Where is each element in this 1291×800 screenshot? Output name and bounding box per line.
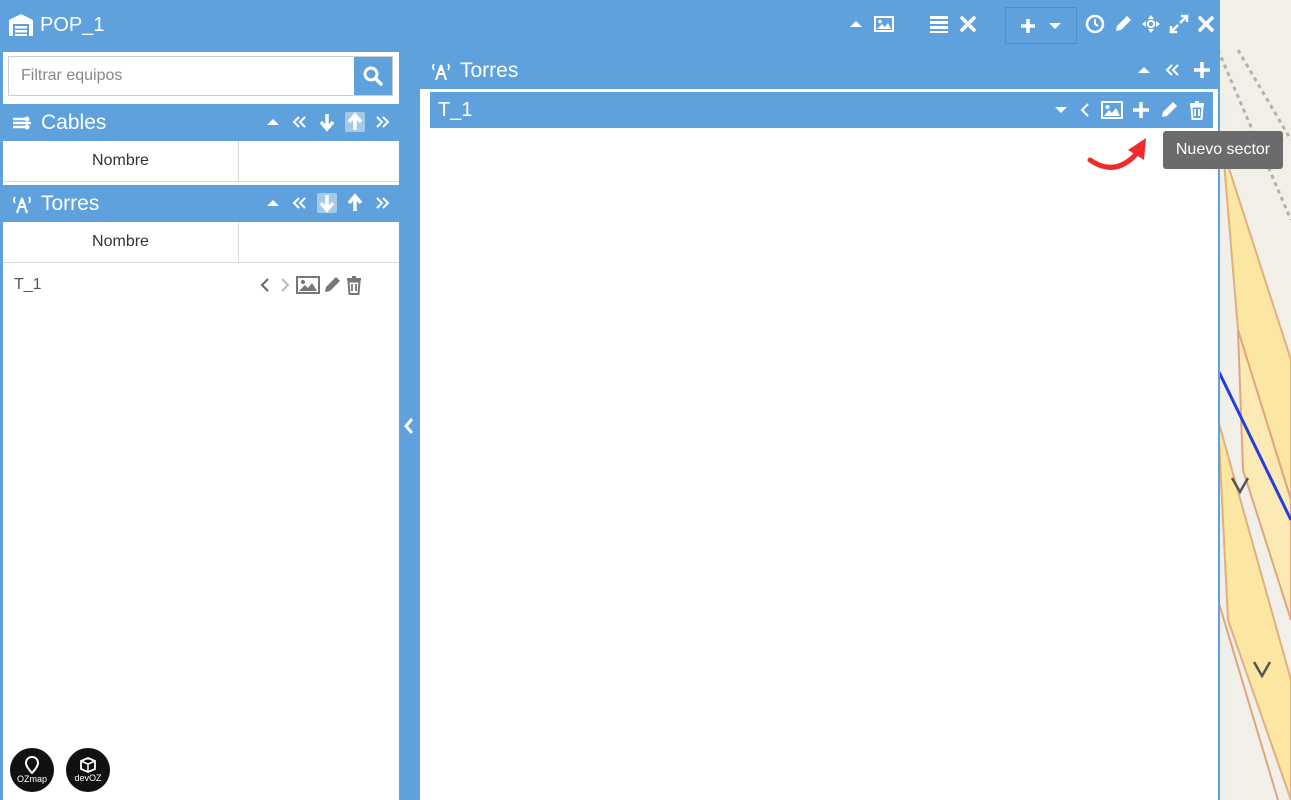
torres-controls bbox=[265, 193, 393, 213]
map-background bbox=[1218, 0, 1291, 800]
tower-name: T_1 bbox=[14, 276, 42, 293]
collapse-sidebar-handle[interactable] bbox=[399, 52, 419, 800]
arrow-down-icon[interactable] bbox=[317, 112, 337, 132]
titlebar-controls-a bbox=[848, 14, 894, 34]
arrow-up-icon[interactable] bbox=[345, 193, 365, 213]
search-icon bbox=[363, 66, 383, 86]
window-titlebar: POP_1 bbox=[0, 0, 1220, 52]
cable-icon bbox=[11, 113, 33, 133]
window-title-group: POP_1 bbox=[8, 13, 104, 37]
close-window-icon[interactable] bbox=[1197, 14, 1215, 34]
table-row[interactable]: T_1 bbox=[3, 265, 399, 305]
ozmap-logo: OZmap bbox=[10, 748, 54, 792]
brand-logos: OZmap devOZ bbox=[10, 748, 110, 792]
column-actions bbox=[239, 141, 399, 181]
cables-controls bbox=[265, 112, 393, 132]
tower-item-name: T_1 bbox=[438, 98, 473, 121]
torres-detail-title: Torres bbox=[460, 58, 519, 82]
caret-up-icon[interactable] bbox=[265, 193, 281, 213]
cables-title-group: Cables bbox=[11, 111, 106, 135]
warehouse-icon bbox=[8, 13, 34, 37]
devoz-logo: devOZ bbox=[66, 748, 110, 792]
trash-icon[interactable] bbox=[1187, 100, 1207, 120]
devoz-label: devOZ bbox=[74, 773, 102, 783]
chevron-left-icon bbox=[402, 416, 416, 436]
search-box bbox=[8, 56, 393, 96]
cables-table-header: Nombre bbox=[3, 141, 399, 182]
expand-icon[interactable] bbox=[1169, 14, 1189, 34]
torres-detail-header: Torres bbox=[420, 52, 1218, 89]
move-icon[interactable] bbox=[1141, 14, 1161, 34]
chevron-right-icon bbox=[276, 275, 294, 295]
tower-icon bbox=[11, 194, 33, 214]
cables-header: Cables bbox=[3, 104, 399, 141]
caret-up-icon[interactable] bbox=[265, 112, 281, 132]
column-nombre[interactable]: Nombre bbox=[3, 222, 239, 262]
torres-header: Torres bbox=[3, 185, 399, 222]
close-icon[interactable] bbox=[959, 14, 977, 34]
chevron-left-icon[interactable] bbox=[256, 275, 274, 295]
torres-table-header: Nombre bbox=[3, 222, 399, 263]
map-pin-icon bbox=[24, 755, 40, 775]
column-nombre[interactable]: Nombre bbox=[3, 141, 239, 181]
double-chevron-left-icon[interactable] bbox=[1162, 60, 1182, 80]
row-actions bbox=[256, 275, 364, 295]
tooltip: Nuevo sector bbox=[1163, 131, 1283, 169]
double-chevron-left-icon[interactable] bbox=[289, 112, 309, 132]
arrow-down-icon bbox=[317, 193, 337, 213]
caret-down-icon bbox=[1047, 16, 1063, 36]
map-roads bbox=[1218, 49, 1291, 800]
equipment-sidebar: Cables Nombre Torres bbox=[3, 52, 399, 800]
torres-detail-title-group: Torres bbox=[430, 59, 518, 83]
titlebar-controls-c bbox=[1085, 14, 1215, 34]
search-button[interactable] bbox=[354, 57, 392, 95]
cube-icon bbox=[80, 757, 96, 773]
pencil-icon[interactable] bbox=[1113, 14, 1133, 34]
titlebar-controls-b bbox=[929, 14, 977, 34]
arrow-up-icon bbox=[345, 112, 365, 132]
clock-icon[interactable] bbox=[1085, 14, 1105, 34]
double-chevron-right-icon[interactable] bbox=[373, 112, 393, 132]
window-title: POP_1 bbox=[40, 13, 105, 36]
caret-down-icon[interactable] bbox=[1053, 100, 1069, 120]
annotation-arrow bbox=[1087, 138, 1146, 170]
cables-title: Cables bbox=[41, 110, 107, 134]
double-chevron-left-icon[interactable] bbox=[289, 193, 309, 213]
add-dropdown-button[interactable] bbox=[1005, 7, 1077, 44]
column-actions bbox=[239, 222, 399, 262]
torres-title-group: Torres bbox=[11, 192, 99, 216]
caret-up-icon[interactable] bbox=[1136, 60, 1152, 80]
ozmap-label: OZmap bbox=[16, 774, 47, 784]
tower-icon bbox=[430, 61, 452, 81]
plus-icon[interactable] bbox=[1192, 60, 1212, 80]
pencil-icon[interactable] bbox=[322, 275, 342, 295]
torres-detail-controls bbox=[1136, 60, 1212, 80]
pop-window: POP_1 Filtrar equipos Cables Nombre Torr… bbox=[0, 0, 1220, 800]
list-icon[interactable] bbox=[929, 14, 949, 34]
caret-up-icon[interactable] bbox=[848, 14, 864, 34]
double-chevron-right-icon[interactable] bbox=[373, 193, 393, 213]
image-icon[interactable] bbox=[874, 14, 894, 34]
plus-icon bbox=[1019, 16, 1037, 36]
torres-title: Torres bbox=[41, 191, 100, 215]
trash-icon[interactable] bbox=[344, 275, 364, 295]
filter-input[interactable] bbox=[9, 57, 354, 95]
image-icon[interactable] bbox=[296, 275, 320, 295]
